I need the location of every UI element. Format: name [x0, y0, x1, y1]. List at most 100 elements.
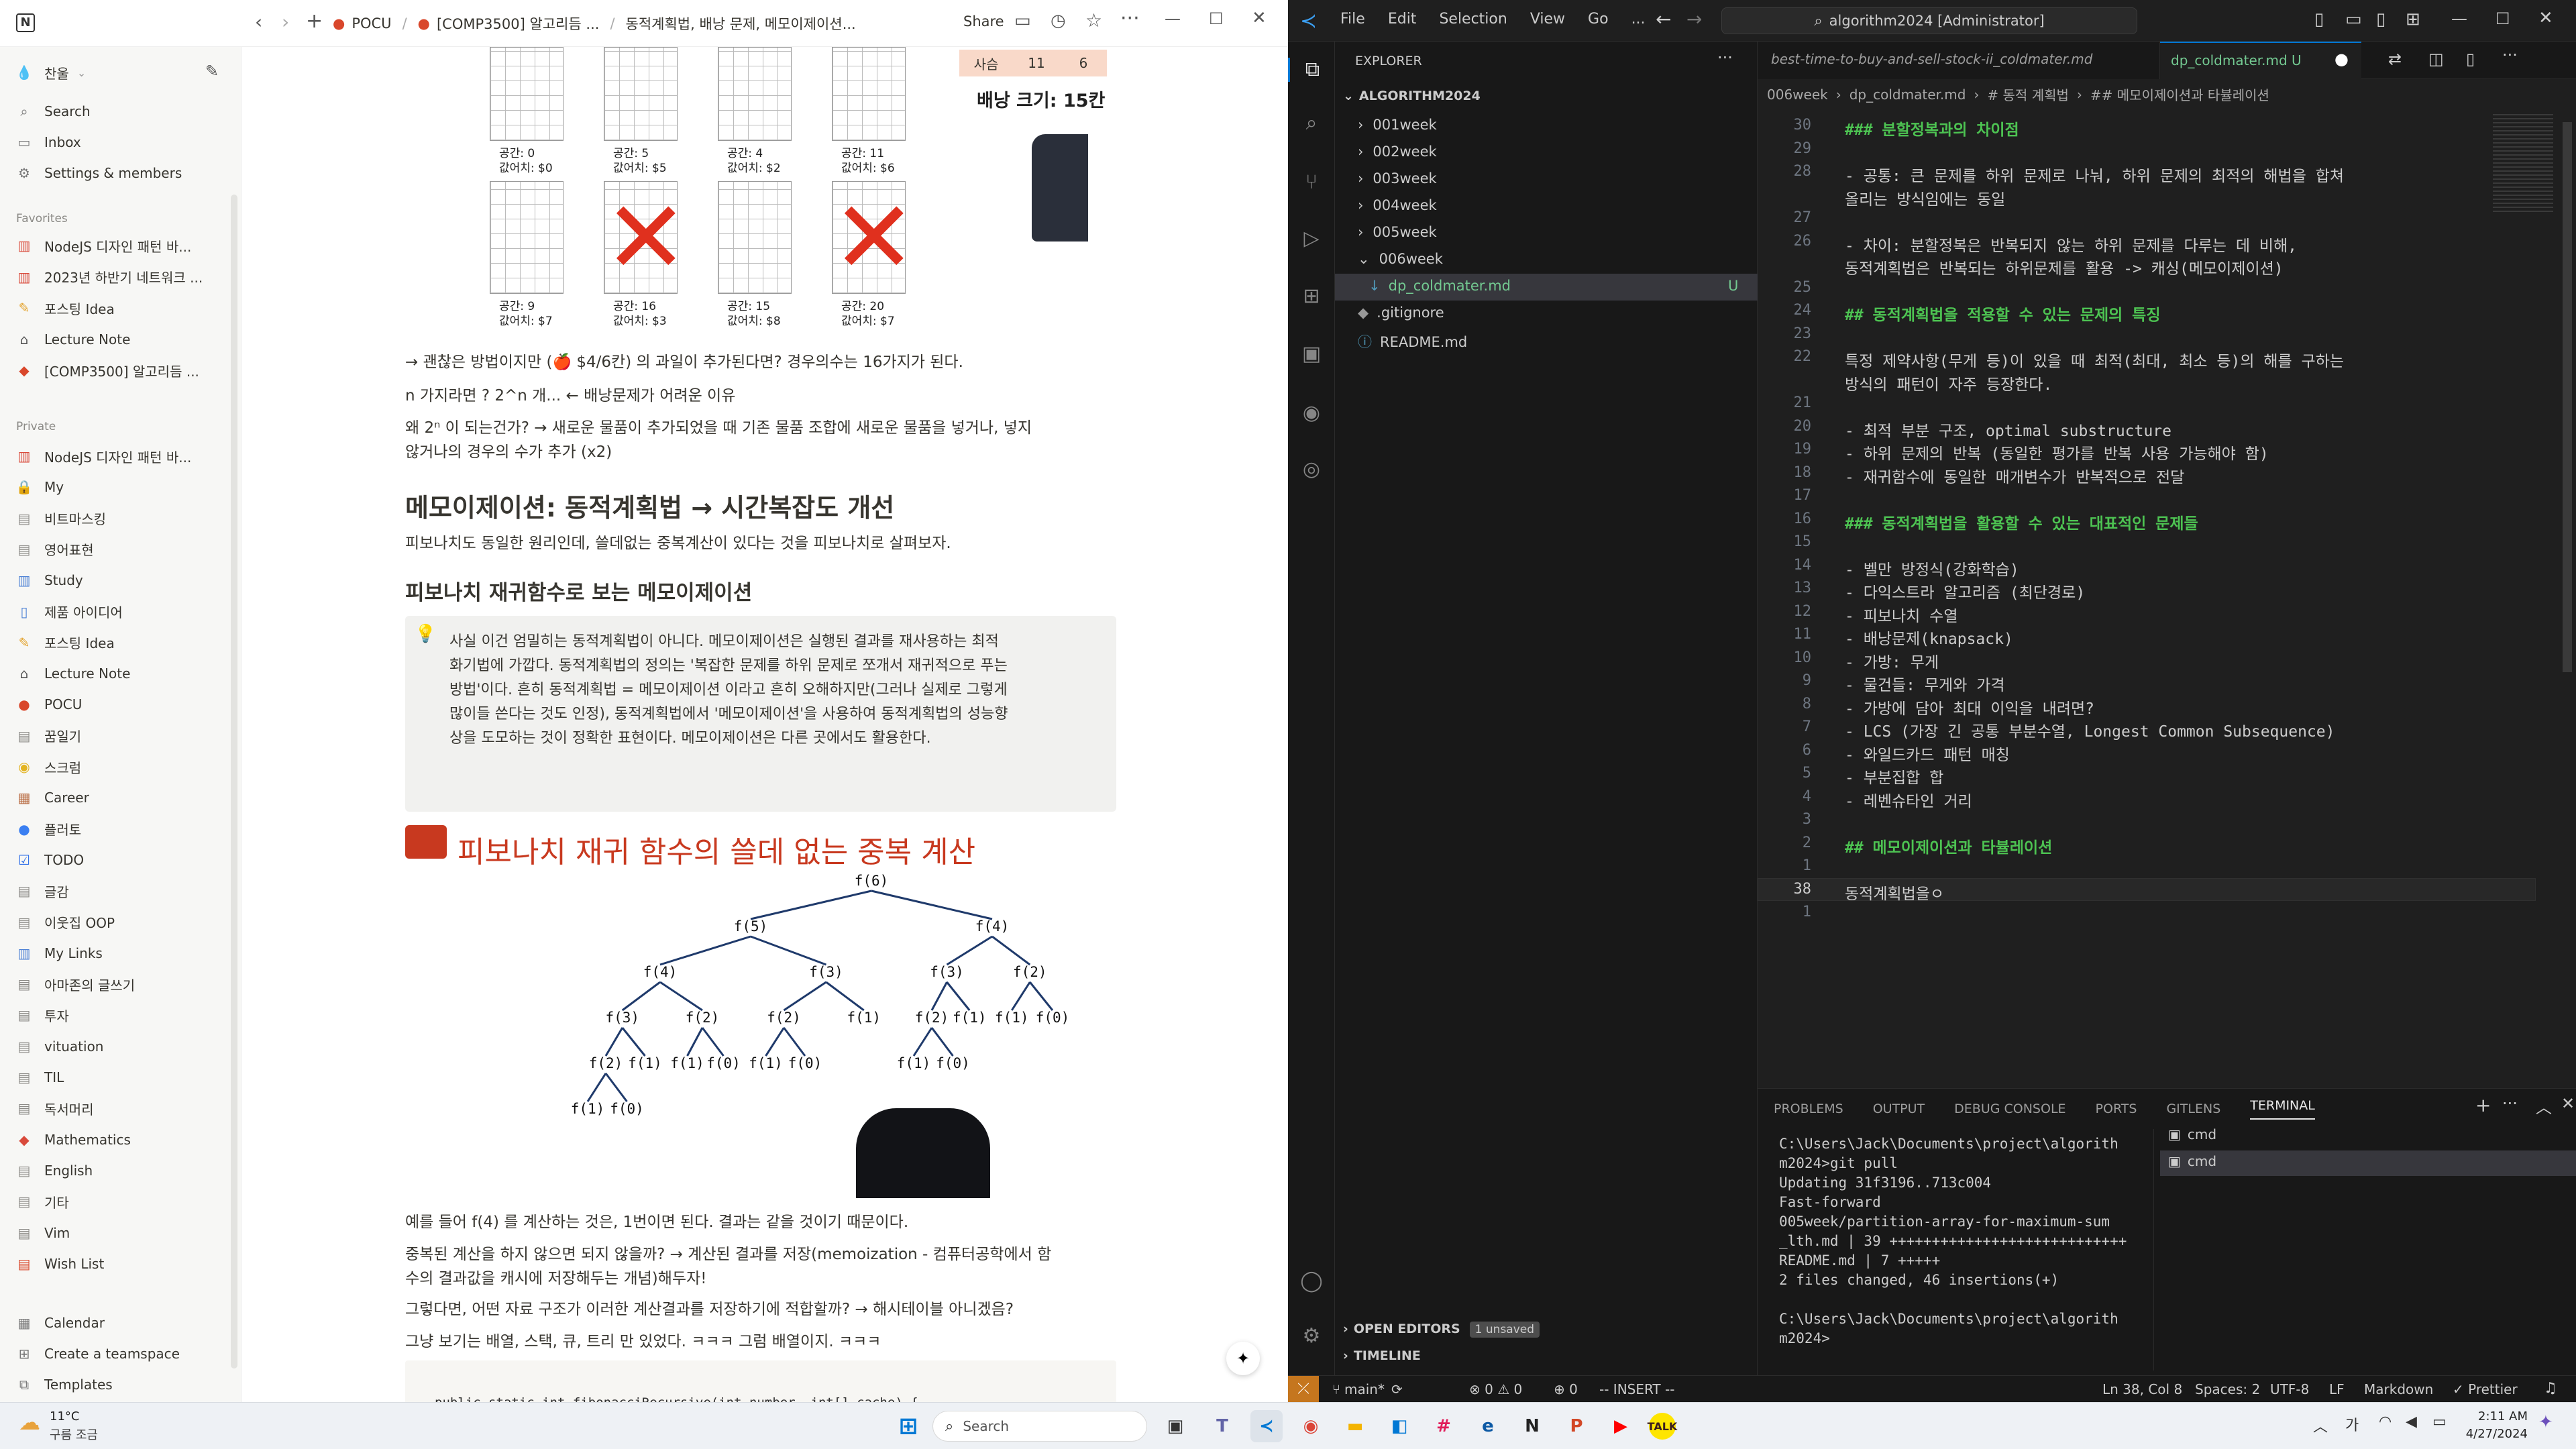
close-icon[interactable]: ✕ [1252, 8, 1267, 28]
sidebar-page-item[interactable]: ⌂ Lecture Note [15, 326, 131, 353]
breadcrumb-item[interactable]: 006week [1767, 87, 1828, 103]
sidebar-page-item[interactable]: ● 플러토 [15, 816, 81, 843]
workspace-switcher[interactable]: 💧 찬울 ⌄ [15, 59, 87, 86]
code-line[interactable]: - 레벤슈타인 거리 [1845, 788, 1972, 811]
code-line[interactable]: ## 메모이제이션과 타뷸레이션 [1845, 835, 2052, 857]
folder-item[interactable]: › 002week [1358, 144, 1437, 160]
toggle-sidebar-icon[interactable]: ▯ [2314, 9, 2324, 30]
sidebar-page-item[interactable]: ▤ Wish List [15, 1250, 105, 1277]
terminal-instance[interactable]: ▣ cmd [2168, 1153, 2216, 1169]
code-line[interactable]: ### 분할정복과의 차이점 [1845, 117, 2019, 140]
manage-gear-icon[interactable]: ⚙ [1299, 1324, 1324, 1348]
maximize-icon[interactable]: ☐ [2496, 9, 2510, 28]
code-line[interactable]: 특정 제약사항(무게 등)이 있을 때 최적(최대, 최소 등)의 해를 구하는 [1845, 348, 2344, 371]
preview-icon[interactable]: ◫ [2428, 50, 2444, 68]
split-editor-icon[interactable]: ▯ [2466, 50, 2475, 68]
code-line[interactable]: - 벨만 방정식(강화학습) [1845, 557, 2019, 580]
menu-edit[interactable]: Edit [1388, 11, 1417, 28]
wifi-icon[interactable]: ◠ [2379, 1413, 2392, 1430]
toggle-secondary-sidebar-icon[interactable]: ▯ [2376, 9, 2385, 30]
sidebar-page-item[interactable]: ▤ 꿈일기 [15, 722, 82, 749]
folder-item[interactable]: › 001week [1358, 117, 1437, 133]
folder-item[interactable]: › 004week [1358, 197, 1437, 213]
editor-scrollbar[interactable] [2563, 122, 2572, 672]
code-line[interactable]: - 부분집합 합 [1845, 765, 1943, 788]
minimize-icon[interactable]: — [2451, 9, 2467, 28]
clock-time[interactable]: 2:11 AM [2463, 1409, 2528, 1424]
source-control-icon[interactable]: ⑂ [1299, 170, 1324, 195]
clock-icon[interactable]: ◷ [1051, 11, 1066, 31]
sidebar-templates[interactable]: ⧉ Templates [15, 1371, 113, 1398]
sidebar-page-item[interactable]: ▥ NodeJS 디자인 패턴 바... [15, 443, 192, 470]
teams-icon[interactable]: T [1206, 1410, 1238, 1442]
sidebar-calendar[interactable]: ▦ Calendar [15, 1309, 105, 1336]
sidebar-page-item[interactable]: ▤ Vim [15, 1220, 70, 1246]
indentation[interactable]: Spaces: 2 [2195, 1381, 2260, 1397]
clock-date[interactable]: 4/27/2024 [2463, 1427, 2528, 1441]
panel-tab[interactable]: TERMINAL [2250, 1098, 2315, 1120]
sidebar-page-item[interactable]: ▥ 2023년 하반기 네트워크 ... [15, 264, 203, 290]
weather-temp[interactable]: 11°C [50, 1409, 79, 1424]
sidebar-page-item[interactable]: ▦ Career [15, 784, 89, 811]
folder-item[interactable]: › 003week [1358, 170, 1437, 186]
code-line[interactable]: 동적계획법은 반복되는 하위문제를 활용 -> 캐싱(메모이제이션) [1845, 256, 2284, 278]
file-item[interactable]: ⓘ README.md [1358, 331, 1467, 352]
code-line[interactable]: ### 동적계획법을 활용할 수 있는 대표적인 문제들 [1845, 511, 2198, 533]
powerpoint-icon[interactable]: P [1560, 1410, 1593, 1442]
sidebar-page-item[interactable]: ▥ Study [15, 567, 83, 594]
explorer-icon[interactable]: ⧉ [1288, 58, 1335, 82]
minimize-icon[interactable]: — [1165, 9, 1181, 28]
code-line[interactable]: - 하위 문제의 반복 (동일한 평가를 반복 사용 가능해야 함) [1845, 441, 2269, 464]
chrome-icon[interactable]: ◉ [1295, 1410, 1327, 1442]
problems-indicator[interactable]: ⊗ 0 ⚠ 0 [1469, 1381, 1522, 1397]
close-panel-icon[interactable]: ✕ [2561, 1094, 2575, 1113]
sidebar-page-item[interactable]: ✎ 포스팅 Idea [15, 294, 115, 321]
encoding[interactable]: UTF-8 [2270, 1381, 2309, 1397]
code-line[interactable]: 방식의 패턴이 자주 등장한다. [1845, 372, 2052, 394]
layout-icon[interactable]: ⊞ [2406, 9, 2420, 30]
nav-forward-icon[interactable]: → [1686, 8, 1702, 30]
sidebar-scrollbar[interactable] [231, 195, 237, 1368]
code-line[interactable]: 동적계획법을ㅇ [1845, 881, 1944, 904]
ime-indicator[interactable]: 가 [2345, 1413, 2359, 1435]
sidebar-page-item[interactable]: ▥ NodeJS 디자인 패턴 바... [15, 232, 192, 259]
vscode-taskbar-icon[interactable]: ≺ [1250, 1410, 1283, 1442]
code-line[interactable]: - 배낭문제(knapsack) [1845, 626, 2013, 649]
panel-tab[interactable]: DEBUG CONSOLE [1954, 1102, 2065, 1116]
menu-view[interactable]: View [1530, 11, 1565, 28]
breadcrumb-item[interactable]: ## 메모이제이션과 타뷸레이션 [2090, 85, 2269, 104]
edge-icon[interactable]: e [1472, 1410, 1504, 1442]
back-arrow-icon[interactable]: ‹ [255, 11, 262, 33]
code-line[interactable]: - 가방에 담아 최대 이익을 내려면? [1845, 696, 2094, 718]
comment-icon[interactable]: ▭ [1014, 11, 1031, 31]
sidebar-page-item[interactable]: ✎ 포스팅 Idea [15, 629, 115, 656]
panel-tab[interactable]: OUTPUT [1873, 1102, 1925, 1116]
minimap[interactable] [2493, 114, 2553, 215]
sidebar-page-item[interactable]: ◉ 스크럼 [15, 753, 81, 780]
battery-icon[interactable]: ▭ [2432, 1413, 2447, 1430]
weather-icon[interactable]: ☁ [19, 1409, 40, 1435]
close-icon[interactable]: ✕ [2538, 8, 2553, 28]
command-center[interactable]: ⌕ algorithm2024 [Administrator] [1721, 7, 2137, 34]
volume-icon[interactable]: ◀ [2406, 1413, 2417, 1430]
sidebar-page-item[interactable]: ▤ 기타 [15, 1188, 69, 1215]
toggle-panel-icon[interactable]: ▭ [2345, 9, 2362, 30]
workspace-root[interactable]: ⌄ ALGORITHM2024 [1343, 89, 1481, 103]
file-item[interactable]: ↓ dp_coldmater.md [1368, 278, 1511, 294]
sidebar-page-item[interactable]: ☑ TODO [15, 847, 84, 873]
tray-chevron-icon[interactable]: ︿ [2313, 1415, 2328, 1436]
panel-tab[interactable]: GITLENS [2166, 1102, 2220, 1116]
file-explorer-icon[interactable]: ▬ [1339, 1410, 1371, 1442]
editor-more-icon[interactable]: ··· [2502, 46, 2518, 64]
panel-tab[interactable]: PORTS [2096, 1102, 2137, 1116]
breadcrumb-item[interactable]: # 동적 계획법 [1987, 85, 2068, 104]
menu-selection[interactable]: Selection [1439, 11, 1507, 28]
sidebar-page-item[interactable]: ▯ 제품 아이디어 [15, 598, 122, 625]
sidebar-page-item[interactable]: ● POCU [15, 691, 82, 718]
remote-explorer-icon[interactable]: ▣ [1299, 342, 1324, 366]
store-icon[interactable]: ◧ [1383, 1410, 1415, 1442]
ports-indicator[interactable]: ⊕ 0 [1554, 1381, 1578, 1397]
sidebar-page-item[interactable]: ▤ TIL [15, 1064, 64, 1091]
code-line[interactable]: - 물건들: 무게와 가격 [1845, 672, 2005, 695]
code-line[interactable]: - 최적 부분 구조, optimal substructure [1845, 418, 2171, 441]
